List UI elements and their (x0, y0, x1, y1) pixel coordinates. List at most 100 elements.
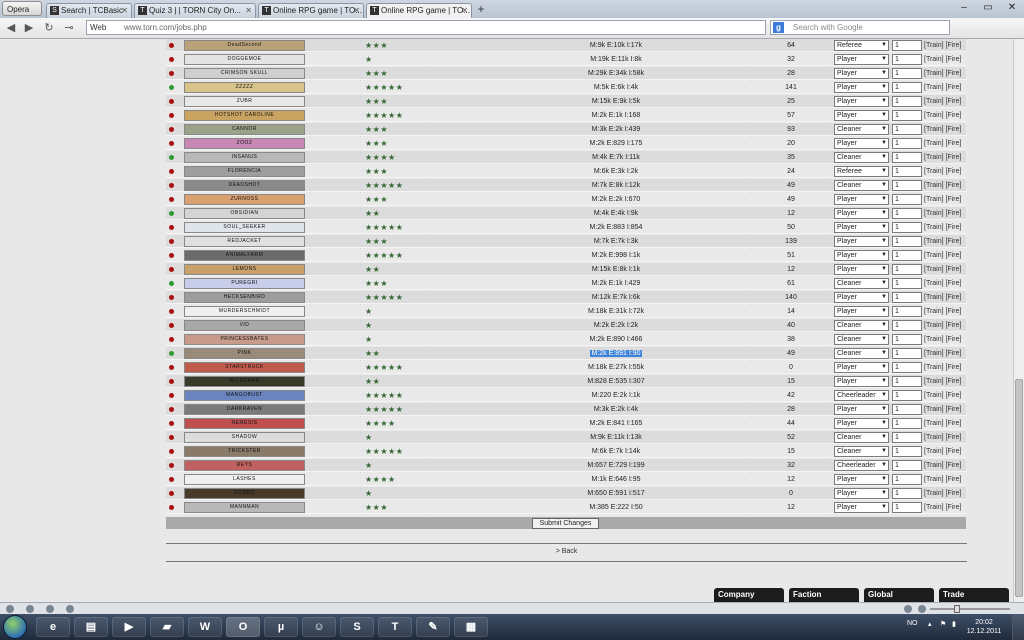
media-player-icon[interactable]: ▶ (112, 617, 146, 637)
train-link[interactable]: [Train] (924, 490, 944, 497)
rate-input[interactable]: 1 (892, 488, 922, 499)
fire-link[interactable]: [Fire] (946, 112, 962, 119)
rate-input[interactable]: 1 (892, 54, 922, 65)
start-button[interactable] (3, 615, 27, 639)
tab-search[interactable]: S Search | TCBasic ✕ (46, 3, 132, 18)
train-link[interactable]: [Train] (924, 266, 944, 273)
address-field[interactable]: Web www.torn.com/jobs.php (86, 20, 766, 35)
rate-input[interactable]: 1 (892, 82, 922, 93)
player-banner[interactable]: TRICKSTER (184, 446, 305, 457)
job-select[interactable]: Cleaner ▼ (834, 348, 889, 359)
job-select[interactable]: Cleaner ▼ (834, 446, 889, 457)
tab-quiz[interactable]: T Quiz 3 | | TORN City On... ✕ (134, 3, 256, 18)
language-indicator[interactable]: NO (907, 620, 918, 627)
player-banner[interactable]: STARSTRUCK (184, 362, 305, 373)
job-select[interactable]: Player ▼ (834, 250, 889, 261)
torn-icon[interactable]: T (378, 617, 412, 637)
job-select[interactable]: Cheerleader ▼ (834, 390, 889, 401)
player-banner[interactable]: GOBBO (184, 488, 305, 499)
fire-link[interactable]: [Fire] (946, 196, 962, 203)
submit-changes-button[interactable]: Submit Changes (532, 518, 599, 529)
player-banner[interactable]: FLORENCIA (184, 166, 305, 177)
job-select[interactable]: Referee ▼ (834, 40, 889, 51)
fire-link[interactable]: [Fire] (946, 280, 962, 287)
rate-input[interactable]: 1 (892, 320, 922, 331)
job-select[interactable]: Player ▼ (834, 54, 889, 65)
paint-icon[interactable]: ✎ (416, 617, 450, 637)
train-link[interactable]: [Train] (924, 364, 944, 371)
vertical-scrollbar[interactable] (1013, 39, 1024, 602)
job-select[interactable]: Player ▼ (834, 502, 889, 513)
job-select[interactable]: Cleaner ▼ (834, 320, 889, 331)
train-link[interactable]: [Train] (924, 308, 944, 315)
fire-link[interactable]: [Fire] (946, 84, 962, 91)
network-icon[interactable]: ▮ (952, 620, 956, 628)
train-link[interactable]: [Train] (924, 476, 944, 483)
opera-icon[interactable]: O (226, 617, 260, 637)
fire-link[interactable]: [Fire] (946, 364, 962, 371)
fire-link[interactable]: [Fire] (946, 406, 962, 413)
train-link[interactable]: [Train] (924, 154, 944, 161)
player-banner[interactable]: ZUBR (184, 96, 305, 107)
fire-link[interactable]: [Fire] (946, 434, 962, 441)
skype-icon[interactable]: S (340, 617, 374, 637)
player-banner[interactable]: ZOOZ (184, 138, 305, 149)
player-banner[interactable]: DOGGEMOE (184, 54, 305, 65)
job-select[interactable]: Cleaner ▼ (834, 180, 889, 191)
train-link[interactable]: [Train] (924, 252, 944, 259)
rate-input[interactable]: 1 (892, 194, 922, 205)
back-link[interactable]: > Back (166, 548, 967, 555)
train-link[interactable]: [Train] (924, 336, 944, 343)
fire-link[interactable]: [Fire] (946, 490, 962, 497)
player-banner[interactable]: PRINCESSBATES (184, 334, 305, 345)
job-select[interactable]: Player ▼ (834, 208, 889, 219)
rate-input[interactable]: 1 (892, 362, 922, 373)
panel-toggle-icon[interactable] (6, 605, 14, 613)
fire-link[interactable]: [Fire] (946, 378, 962, 385)
tab-rpg-active[interactable]: T Online RPG game | TO... ✕ (366, 3, 472, 18)
train-link[interactable]: [Train] (924, 126, 944, 133)
rate-input[interactable]: 1 (892, 236, 922, 247)
rate-input[interactable]: 1 (892, 124, 922, 135)
close-icon[interactable]: ✕ (245, 4, 252, 17)
turbo-icon[interactable] (46, 605, 54, 613)
player-banner[interactable]: ZZZZZ (184, 82, 305, 93)
train-link[interactable]: [Train] (924, 406, 944, 413)
player-banner[interactable]: PINK (184, 348, 305, 359)
player-banner[interactable]: DARKRAVEN (184, 404, 305, 415)
player-banner[interactable]: VID (184, 320, 305, 331)
rate-input[interactable]: 1 (892, 208, 922, 219)
rate-input[interactable]: 1 (892, 446, 922, 457)
rate-input[interactable]: 1 (892, 432, 922, 443)
file-explorer-icon[interactable]: ▤ (74, 617, 108, 637)
zoom-out-icon[interactable] (918, 605, 926, 613)
fire-link[interactable]: [Fire] (946, 476, 962, 483)
job-select[interactable]: Player ▼ (834, 264, 889, 275)
rate-input[interactable]: 1 (892, 264, 922, 275)
calculator-icon[interactable]: ▦ (454, 617, 488, 637)
player-banner[interactable]: SOUL_SEEKER (184, 222, 305, 233)
fire-link[interactable]: [Fire] (946, 266, 962, 273)
train-link[interactable]: [Train] (924, 224, 944, 231)
player-banner[interactable]: ANIMALFARM (184, 250, 305, 261)
fire-link[interactable]: [Fire] (946, 336, 962, 343)
player-banner[interactable]: HECKSENBIRD (184, 292, 305, 303)
rate-input[interactable]: 1 (892, 222, 922, 233)
job-select[interactable]: Player ▼ (834, 82, 889, 93)
job-select[interactable]: Cleaner ▼ (834, 334, 889, 345)
internet-explorer-icon[interactable]: e (36, 617, 70, 637)
fire-link[interactable]: [Fire] (946, 294, 962, 301)
job-select[interactable]: Player ▼ (834, 138, 889, 149)
train-link[interactable]: [Train] (924, 56, 944, 63)
tray-arrow-icon[interactable]: ▴ (928, 620, 932, 628)
action-center-icon[interactable]: ⚑ (940, 620, 946, 628)
rate-input[interactable]: 1 (892, 502, 922, 513)
tab-rpg-1[interactable]: T Online RPG game | TO... ✕ (258, 3, 364, 18)
player-banner[interactable]: REYS (184, 460, 305, 471)
player-banner[interactable]: CRIMSON SKULL (184, 68, 305, 79)
job-select[interactable]: Player ▼ (834, 110, 889, 121)
fire-link[interactable]: [Fire] (946, 504, 962, 511)
train-link[interactable]: [Train] (924, 238, 944, 245)
fire-link[interactable]: [Fire] (946, 56, 962, 63)
fire-link[interactable]: [Fire] (946, 322, 962, 329)
